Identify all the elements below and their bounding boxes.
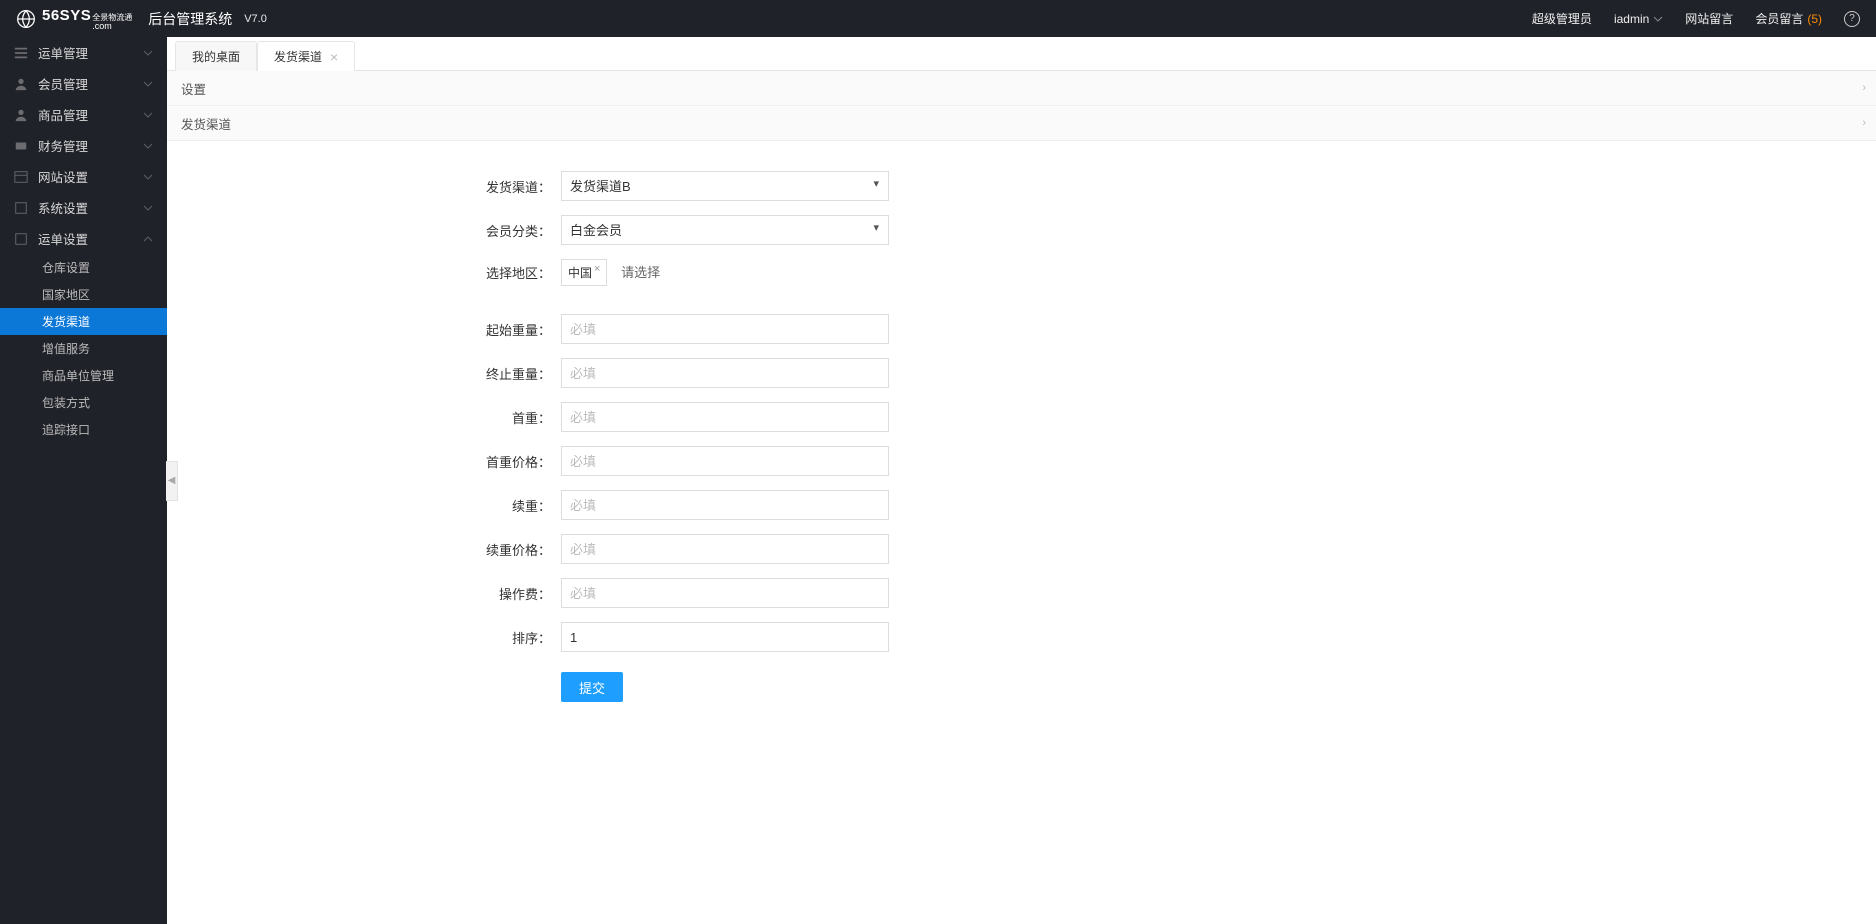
help-icon[interactable]: ? bbox=[1844, 11, 1860, 27]
label-first-weight-price: 首重价格： bbox=[167, 452, 561, 471]
sub-item-package[interactable]: 包装方式 bbox=[0, 389, 167, 416]
sub-item-unit[interactable]: 商品单位管理 bbox=[0, 362, 167, 389]
chevron-up-icon bbox=[143, 234, 153, 244]
window-icon bbox=[14, 170, 28, 184]
sidebar-item-waybill-settings[interactable]: 运单设置 bbox=[0, 223, 167, 254]
sidebar-item-finance[interactable]: 财务管理 bbox=[0, 130, 167, 161]
member-message-link[interactable]: 会员留言 (5) bbox=[1755, 10, 1822, 27]
sidebar-item-website[interactable]: 网站设置 bbox=[0, 161, 167, 192]
sidebar-item-system[interactable]: 系统设置 bbox=[0, 192, 167, 223]
input-first-weight[interactable] bbox=[561, 402, 889, 432]
chevron-right-icon: › bbox=[1862, 117, 1866, 129]
chevron-down-icon bbox=[143, 203, 153, 213]
chevron-right-icon: › bbox=[1862, 82, 1866, 94]
region-tag[interactable]: 中国 × bbox=[561, 259, 607, 286]
brand-suffix: .com bbox=[92, 22, 132, 31]
sidebar-label: 系统设置 bbox=[38, 198, 143, 217]
sidebar-label: 运单设置 bbox=[38, 229, 143, 248]
member-msg-count: (5) bbox=[1807, 12, 1822, 26]
sidebar-label: 运单管理 bbox=[38, 43, 143, 62]
input-cont-weight-price[interactable] bbox=[561, 534, 889, 564]
sub-item-warehouse[interactable]: 仓库设置 bbox=[0, 254, 167, 281]
role-label: 超级管理员 bbox=[1532, 10, 1592, 27]
user-icon bbox=[14, 77, 28, 91]
chevron-down-icon bbox=[143, 141, 153, 151]
label-channel: 发货渠道： bbox=[167, 177, 561, 196]
chevron-down-icon bbox=[143, 48, 153, 58]
sidebar-item-product[interactable]: 商品管理 bbox=[0, 99, 167, 130]
label-start-weight: 起始重量： bbox=[167, 320, 561, 339]
input-sort[interactable] bbox=[561, 622, 889, 652]
member-msg-label: 会员留言 bbox=[1755, 10, 1803, 27]
tab-label: 我的桌面 bbox=[192, 48, 240, 65]
input-cont-weight[interactable] bbox=[561, 490, 889, 520]
section-title: 设置 bbox=[181, 79, 206, 98]
system-title: 后台管理系统 bbox=[148, 9, 232, 29]
logo[interactable]: 56SYS 全景物流通 .com 后台管理系统 V7.0 bbox=[16, 7, 267, 31]
section-channel[interactable]: 发货渠道 › bbox=[167, 106, 1876, 141]
input-op-fee[interactable] bbox=[561, 578, 889, 608]
label-op-fee: 操作费： bbox=[167, 584, 561, 603]
user-menu[interactable]: iadmin bbox=[1614, 12, 1663, 26]
select-channel[interactable]: 发货渠道B bbox=[561, 171, 889, 201]
label-sort: 排序： bbox=[167, 628, 561, 647]
chevron-down-icon bbox=[143, 172, 153, 182]
sub-item-track[interactable]: 追踪接口 bbox=[0, 416, 167, 443]
tab-channel[interactable]: 发货渠道 × bbox=[257, 41, 355, 71]
label-first-weight: 首重： bbox=[167, 408, 561, 427]
topbar: 56SYS 全景物流通 .com 后台管理系统 V7.0 超级管理员 iadmi… bbox=[0, 0, 1876, 37]
sidebar-item-waybill[interactable]: 运单管理 bbox=[0, 37, 167, 68]
chevron-down-icon bbox=[143, 79, 153, 89]
input-end-weight[interactable] bbox=[561, 358, 889, 388]
section-settings[interactable]: 设置 › bbox=[167, 71, 1876, 106]
globe-icon bbox=[16, 9, 36, 29]
label-region: 选择地区： bbox=[167, 263, 561, 282]
label-cont-weight-price: 续重价格： bbox=[167, 540, 561, 559]
sidebar-collapse-handle[interactable]: ◀ bbox=[166, 461, 178, 501]
gear-icon bbox=[14, 201, 28, 215]
sidebar-label: 财务管理 bbox=[38, 136, 143, 155]
input-start-weight[interactable] bbox=[561, 314, 889, 344]
submit-button[interactable]: 提交 bbox=[561, 672, 623, 702]
close-icon[interactable]: × bbox=[594, 263, 600, 275]
form-area: 发货渠道： 发货渠道B 会员分类： 白金会员 选择地区： bbox=[167, 141, 1876, 924]
sidebar-label: 会员管理 bbox=[38, 74, 143, 93]
user-icon bbox=[14, 108, 28, 122]
main-content: ◀ 我的桌面 发货渠道 × 设置 › 发货渠道 › 发货渠道： 发货渠道B bbox=[167, 37, 1876, 924]
label-cont-weight: 续重： bbox=[167, 496, 561, 515]
user-name: iadmin bbox=[1614, 12, 1649, 26]
close-icon[interactable]: × bbox=[330, 50, 338, 64]
tab-label: 发货渠道 bbox=[274, 48, 322, 65]
sidebar-label: 网站设置 bbox=[38, 167, 143, 186]
site-message-link[interactable]: 网站留言 bbox=[1685, 10, 1733, 27]
sub-item-addon[interactable]: 增值服务 bbox=[0, 335, 167, 362]
settings-icon bbox=[14, 232, 28, 246]
section-title: 发货渠道 bbox=[181, 114, 231, 133]
list-icon bbox=[14, 46, 28, 60]
sub-item-country[interactable]: 国家地区 bbox=[0, 281, 167, 308]
select-member-type[interactable]: 白金会员 bbox=[561, 215, 889, 245]
sidebar-item-member[interactable]: 会员管理 bbox=[0, 68, 167, 99]
chevron-down-icon bbox=[1653, 14, 1663, 24]
tabs-bar: 我的桌面 发货渠道 × bbox=[167, 37, 1876, 71]
sidebar: 运单管理 会员管理 商品管理 财务管理 网站设置 系统设置 bbox=[0, 37, 167, 924]
chevron-down-icon bbox=[143, 110, 153, 120]
input-first-weight-price[interactable] bbox=[561, 446, 889, 476]
tab-desktop[interactable]: 我的桌面 bbox=[175, 41, 257, 71]
sidebar-label: 商品管理 bbox=[38, 105, 143, 124]
brand-main: 56SYS bbox=[42, 7, 91, 24]
region-tag-text: 中国 bbox=[568, 264, 592, 281]
label-member-type: 会员分类： bbox=[167, 221, 561, 240]
sub-item-channel[interactable]: 发货渠道 bbox=[0, 308, 167, 335]
region-hint[interactable]: 请选择 bbox=[621, 265, 660, 280]
version: V7.0 bbox=[244, 13, 267, 25]
top-right: 超级管理员 iadmin 网站留言 会员留言 (5) ? bbox=[1532, 10, 1860, 27]
label-end-weight: 终止重量： bbox=[167, 364, 561, 383]
money-icon bbox=[14, 139, 28, 153]
